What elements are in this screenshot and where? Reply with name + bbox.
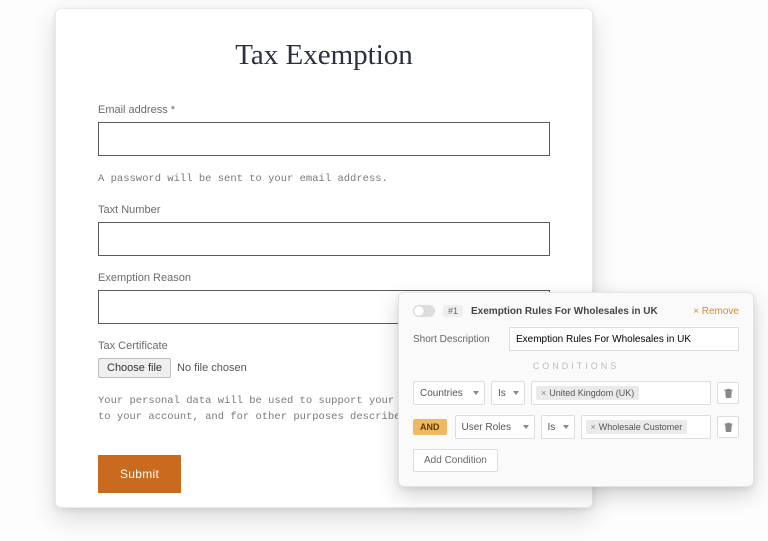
add-condition-button[interactable]: Add Condition xyxy=(413,449,498,472)
condition-field-select[interactable]: Countries xyxy=(413,381,485,405)
exemption-rules-panel: #1 Exemption Rules For Wholesales in UK … xyxy=(398,292,754,487)
delete-condition-button[interactable] xyxy=(717,416,739,438)
password-hint: A password will be sent to your email ad… xyxy=(98,172,550,188)
conditions-heading: CONDITIONS xyxy=(413,361,739,371)
role-chip[interactable]: Wholesale Customer xyxy=(586,420,688,434)
email-group: Email address * xyxy=(98,104,550,156)
condition-row-2: AND User Roles Is Wholesale Customer xyxy=(413,415,739,439)
condition-row-1: Countries Is United Kingdom (UK) xyxy=(413,381,739,405)
rule-toggle[interactable] xyxy=(413,305,435,317)
file-status-text: No file chosen xyxy=(177,362,247,374)
tax-number-group: Taxt Number xyxy=(98,204,550,256)
page-title: Tax Exemption xyxy=(98,39,550,72)
condition-field-select[interactable]: User Roles xyxy=(455,415,535,439)
trash-icon xyxy=(724,422,733,432)
email-label: Email address * xyxy=(98,104,550,116)
condition-value-box[interactable]: United Kingdom (UK) xyxy=(531,381,711,405)
condition-operator-select[interactable]: Is xyxy=(491,381,525,405)
choose-file-button[interactable]: Choose file xyxy=(98,358,171,378)
tax-number-label: Taxt Number xyxy=(98,204,550,216)
rule-number-badge: #1 xyxy=(443,305,463,317)
condition-value-box[interactable]: Wholesale Customer xyxy=(581,415,712,439)
country-chip[interactable]: United Kingdom (UK) xyxy=(536,386,639,400)
short-description-field[interactable] xyxy=(509,327,739,351)
trash-icon xyxy=(724,388,733,398)
reason-label: Exemption Reason xyxy=(98,272,550,284)
tax-number-field[interactable] xyxy=(98,222,550,256)
submit-button[interactable]: Submit xyxy=(98,455,181,493)
short-description-label: Short Description xyxy=(413,334,499,345)
rule-title: Exemption Rules For Wholesales in UK xyxy=(471,306,685,317)
email-field[interactable] xyxy=(98,122,550,156)
condition-operator-select[interactable]: Is xyxy=(541,415,575,439)
delete-condition-button[interactable] xyxy=(717,382,739,404)
remove-rule-link[interactable]: Remove xyxy=(693,306,739,317)
and-badge: AND xyxy=(413,419,447,435)
